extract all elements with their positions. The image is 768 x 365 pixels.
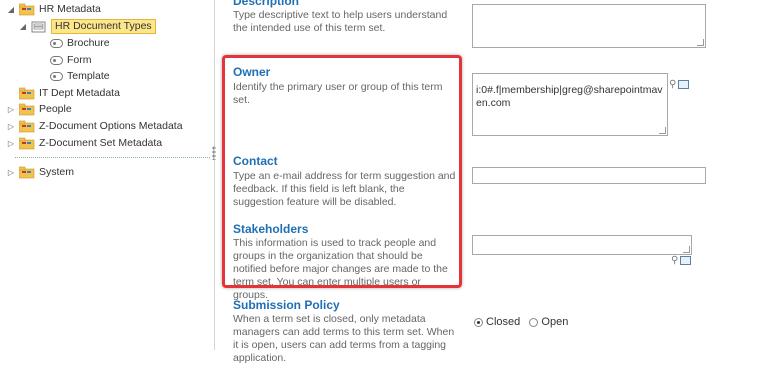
address-book-icon[interactable] — [678, 80, 690, 89]
group-folder-icon — [19, 137, 35, 149]
tree-item-label: Form — [67, 54, 92, 66]
tree-item-system[interactable]: ▷ System — [7, 164, 74, 180]
description-title: Description — [233, 0, 300, 8]
tree-item-label: Z-Document Set Metadata — [39, 137, 163, 149]
expand-arrow-icon[interactable]: ◢ — [7, 5, 15, 14]
owner-value: i:0#.f|membership|greg@sharepointmaven.c… — [476, 84, 663, 109]
splitter-grip-icon[interactable] — [212, 146, 216, 160]
radio-closed[interactable]: Closed — [474, 316, 520, 328]
radio-label: Open — [541, 316, 569, 328]
term-set-icon — [31, 21, 46, 32]
group-folder-icon — [19, 3, 35, 15]
tree-item-template[interactable]: Template — [50, 68, 110, 84]
resize-grip-icon[interactable] — [659, 127, 666, 134]
term-icon — [50, 71, 63, 81]
term-icon — [50, 38, 63, 48]
pane-divider — [214, 0, 215, 350]
address-book-icon[interactable] — [680, 256, 692, 265]
tree-item-label: Z-Document Options Metadata — [39, 120, 183, 132]
submission-policy-help: When a term set is closed, only metadata… — [233, 313, 455, 364]
expand-arrow-icon[interactable]: ◢ — [19, 22, 27, 31]
term-icon — [50, 55, 63, 65]
radio-unselected-icon[interactable] — [529, 317, 539, 327]
description-help: Type descriptive text to help users unde… — [233, 9, 448, 34]
highlight-box — [222, 55, 462, 288]
stakeholders-field[interactable] — [472, 235, 692, 255]
stakeholders-picker: ⚲ — [671, 255, 692, 266]
collapse-arrow-icon[interactable]: ▷ — [7, 168, 15, 177]
resize-grip-icon[interactable] — [697, 39, 704, 46]
tree-item-hr-metadata[interactable]: ◢ HR Metadata — [7, 1, 101, 17]
collapse-arrow-icon[interactable]: ▷ — [7, 105, 15, 114]
term-store-tree: ◢ HR Metadata ◢ HR Document Types Brochu… — [0, 0, 212, 350]
collapse-arrow-icon[interactable]: ▷ — [7, 139, 15, 148]
tree-item-z-document-options[interactable]: ▷ Z-Document Options Metadata — [7, 118, 183, 134]
contact-field[interactable] — [472, 167, 706, 184]
tree-item-label: People — [39, 103, 72, 115]
owner-picker: ⚲ — [669, 79, 690, 90]
submission-policy-options: Closed Open — [474, 316, 568, 328]
tree-item-hr-document-types[interactable]: ◢ HR Document Types — [19, 18, 156, 34]
group-folder-icon — [19, 120, 35, 132]
tree-item-form[interactable]: Form — [50, 52, 92, 68]
resize-grip-icon[interactable] — [683, 246, 690, 253]
tree-item-label: Template — [67, 70, 110, 82]
check-names-icon[interactable]: ⚲ — [669, 79, 676, 90]
tree-item-label: System — [39, 166, 75, 178]
tree-item-it-dept-metadata[interactable]: IT Dept Metadata — [19, 85, 120, 101]
radio-open[interactable]: Open — [529, 316, 568, 328]
collapse-arrow-icon[interactable]: ▷ — [7, 122, 15, 131]
tree-item-brochure[interactable]: Brochure — [50, 35, 110, 51]
group-folder-icon — [19, 87, 35, 99]
check-names-icon[interactable]: ⚲ — [671, 255, 678, 266]
tree-item-label: HR Metadata — [39, 3, 101, 15]
radio-label: Closed — [486, 316, 521, 328]
tree-item-label: IT Dept Metadata — [39, 87, 120, 99]
tree-item-z-document-set[interactable]: ▷ Z-Document Set Metadata — [7, 135, 162, 151]
tree-item-people[interactable]: ▷ People — [7, 101, 72, 117]
tree-item-label: HR Document Types — [51, 18, 156, 34]
tree-item-label: Brochure — [67, 37, 110, 49]
tree-separator — [15, 157, 210, 158]
group-folder-icon — [19, 166, 35, 178]
radio-selected-icon[interactable] — [474, 317, 483, 327]
owner-field[interactable]: i:0#.f|membership|greg@sharepointmaven.c… — [472, 73, 668, 136]
submission-policy-title: Submission Policy — [233, 298, 340, 312]
description-field[interactable] — [472, 4, 706, 48]
group-folder-icon — [19, 103, 35, 115]
